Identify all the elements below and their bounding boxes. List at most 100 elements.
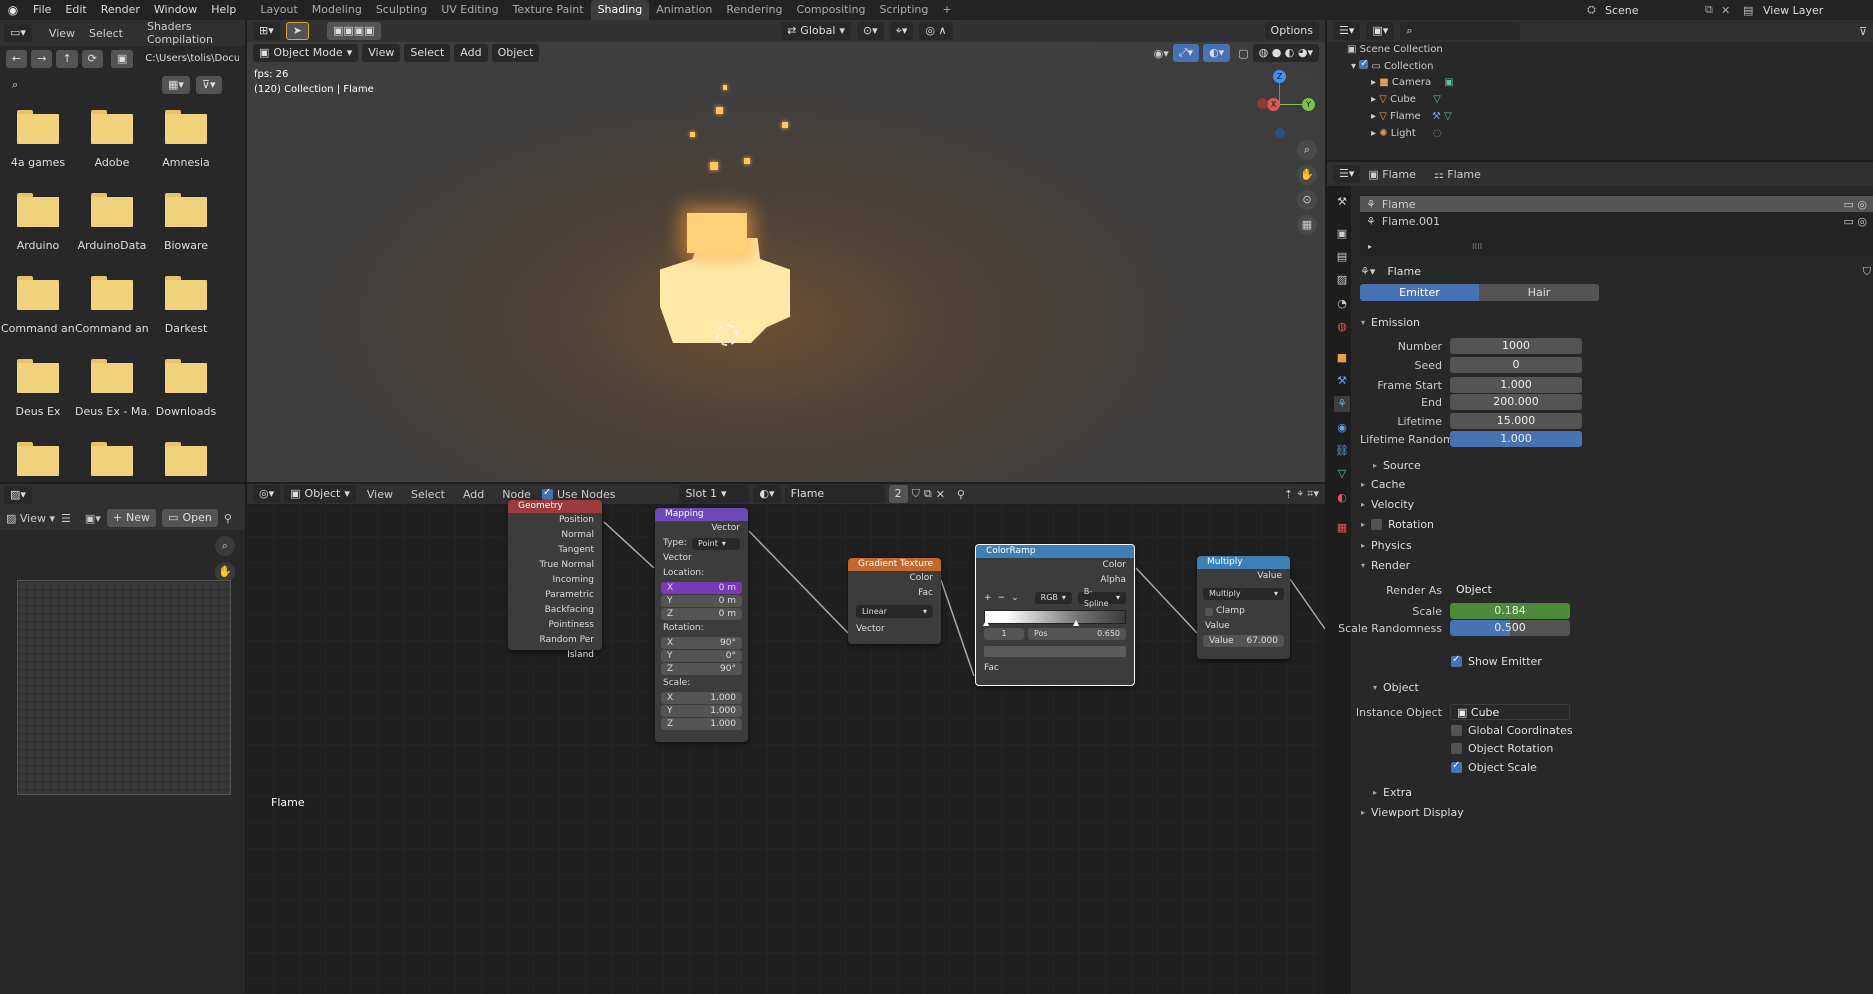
color-ramp-gradient[interactable]: ▲ ▲ [983,610,1126,627]
texture-tab-icon[interactable]: ▦ [1334,520,1350,536]
tab-layout[interactable]: Layout [253,0,304,20]
modifier-icon[interactable]: ⚒ [1432,111,1441,122]
tab-modeling[interactable]: Modeling [305,0,369,20]
editor-type-icon[interactable]: ▨▾ [4,486,32,504]
list-resize-handle[interactable]: ⁝⁝⁝⁝ [1472,242,1482,251]
display-toggle-icon[interactable]: ▭ ◎ [1844,198,1868,211]
overlay-toggle-icon[interactable]: ◐▾ [1203,44,1231,62]
parent-dir-icon[interactable]: ↑ [56,50,78,68]
filter-icon[interactable]: ⊽ [1859,25,1867,38]
folder-item[interactable] [149,438,223,478]
number-field[interactable]: 1000 [1450,338,1582,354]
view-layer-name[interactable]: View Layer [1763,4,1873,17]
collection-row[interactable]: ▾ ▭ Collection [1351,58,1433,72]
particle-system-item[interactable]: ⚘ Flame ▭ ◎ [1360,196,1873,212]
tab-rendering[interactable]: Rendering [719,0,789,20]
gizmo-z[interactable]: Z [1273,70,1286,83]
rotation-section-header[interactable]: ▸ Rotation [1361,518,1434,531]
gradient-node-title[interactable]: Gradient Texture [848,558,941,571]
list-expand-icon[interactable]: ▸ [1368,242,1372,251]
zoom-icon[interactable]: ⌕ [215,536,235,556]
show-emitter-checkbox[interactable] [1451,654,1462,667]
vp-view-menu[interactable]: View [362,44,401,62]
search-input[interactable]: ⌕ [6,76,156,94]
folder-item[interactable]: Deus Ex [1,355,75,435]
particle-system-item[interactable]: ⚘ Flame.001 ▭ ◎ [1360,213,1873,229]
cache-section-header[interactable]: ▸ Cache [1361,478,1405,491]
mapping-node-title[interactable]: Mapping [655,508,748,521]
clamp-checkbox[interactable] [1205,607,1213,616]
settings-name-field[interactable]: Flame [1381,263,1542,280]
colorramp-node-title[interactable]: ColorRamp [976,545,1134,558]
mesh-data-icon[interactable]: ▽ [1433,94,1441,105]
zoom-icon[interactable]: ⌕ [1297,140,1317,160]
scene-icon[interactable]: ⛭ [1587,3,1605,17]
frame-end-field[interactable]: 200.000 [1450,394,1582,410]
render-section-header[interactable]: ▾ Render [1361,559,1410,572]
folder-item[interactable]: Arduino [1,189,75,269]
scale-randomness-field[interactable]: 0.500 [1450,620,1570,636]
menu-icon[interactable]: ☰ [61,512,71,525]
editor-type-icon[interactable]: ▭▾ [4,24,32,42]
snap-icon[interactable]: ⌖▾ [889,22,914,40]
folder-item[interactable]: Darkest [149,272,223,352]
filter-icon[interactable]: ⊽▾ [195,76,222,94]
node-editor[interactable]: ◎▾ ▣ Object ▾ View Select Add Node Use N… [247,484,1325,994]
outliner-item-light[interactable]: ▸ ✺ Light ◌ [1371,128,1442,139]
ramp-stop-handle[interactable]: ▲ [1073,618,1079,627]
xray-icon[interactable]: ▢ [1238,47,1248,60]
gradient-type-dropdown[interactable]: Linear ▾ [856,605,933,618]
folder-item[interactable]: Downloads [149,355,223,435]
refresh-icon[interactable]: ⟳ [81,50,103,68]
folder-item[interactable]: Adobe [75,106,149,186]
gizmo-y[interactable]: Y [1302,98,1315,111]
outliner-item-camera[interactable]: ▸ ■ Camera ▣ [1371,77,1454,88]
tab-scripting[interactable]: Scripting [872,0,935,20]
pivot-icon[interactable]: ⊙▾ [856,22,884,40]
outliner-item-flame[interactable]: ▸ ▽ Flame ⚒ ▽ [1371,111,1452,122]
location-z-field[interactable]: Z0 m [661,608,742,620]
camera-data-icon[interactable]: ▣ [1444,77,1453,88]
geometry-node-title[interactable]: Geometry [508,500,602,513]
display-mode-icon[interactable]: ▣▾ [1366,22,1395,40]
pan-hand-icon[interactable]: ✋ [1297,165,1317,185]
mapping-node[interactable]: Mapping Vector Type: Point ▾ Vector Locat… [655,508,748,742]
tab-shading[interactable]: Shading [590,0,650,20]
scale-x-field[interactable]: X 1.000 [661,692,742,704]
seed-field[interactable]: 0 [1450,357,1582,373]
vp-select-menu[interactable]: Select [404,44,451,62]
viewport-3d[interactable]: ⊞▾ ➤ ▣▣▣▣ ⇄ Global ▾ ⊙▾ ⌖▾ ◎ ∧ Options ▣… [247,20,1325,482]
view-layer-icon[interactable]: ▤ [1743,4,1763,17]
display-mode-icon[interactable]: ▦▾ [162,76,190,94]
viewport-display-section-header[interactable]: ▸ Viewport Display [1361,806,1464,819]
lifetime-field[interactable]: 15.000 [1450,413,1582,429]
global-coords-row[interactable]: Global Coordinates [1451,724,1573,737]
shading-modes[interactable]: ◍ ● ◐ ◕▾ [1252,44,1319,62]
tab-sculpting[interactable]: Sculpting [369,0,434,20]
proportional-edit-icon[interactable]: ◎ ∧ [919,22,953,40]
multiply-node[interactable]: Multiply Value Multiply ▾ Clamp Value Val… [1197,556,1290,659]
material-tab-icon[interactable]: ◐ [1334,490,1350,506]
folder-item[interactable]: Bioware [149,189,223,269]
uv-grid[interactable] [17,580,231,795]
menu-render[interactable]: Render [94,0,147,20]
fb-view-menu[interactable]: View [42,27,82,40]
ie-view-menu[interactable]: ▨ View ▾ [6,512,55,525]
lifetime-random-field[interactable]: 1.000 [1450,431,1582,447]
rotation-x-field[interactable]: X 90° [661,637,742,649]
rotation-y-field[interactable]: Y 0° [661,650,742,662]
forward-icon[interactable]: → [31,50,53,68]
remove-stop-icon[interactable]: − [998,593,1006,603]
folder-item[interactable]: Deus Ex - Ma... [75,355,149,435]
fb-select-menu[interactable]: Select [82,27,130,40]
data-tab-icon[interactable]: ▽ [1334,466,1350,482]
ramp-interp-dropdown[interactable]: B-Spline ▾ [1077,587,1126,608]
add-stop-icon[interactable]: + [984,593,992,603]
stop-index-field[interactable]: 1 [984,628,1024,640]
rotation-z-field[interactable]: Z 90° [661,663,742,675]
menu-window[interactable]: Window [147,0,204,20]
image-browse-icon[interactable]: ▣▾ [85,512,101,525]
scale-z-field[interactable]: Z 1.000 [661,718,742,730]
fb-bookmark[interactable]: Shaders Compilation [140,20,241,46]
ramp-menu-icon[interactable]: ⌄ [1011,593,1019,603]
